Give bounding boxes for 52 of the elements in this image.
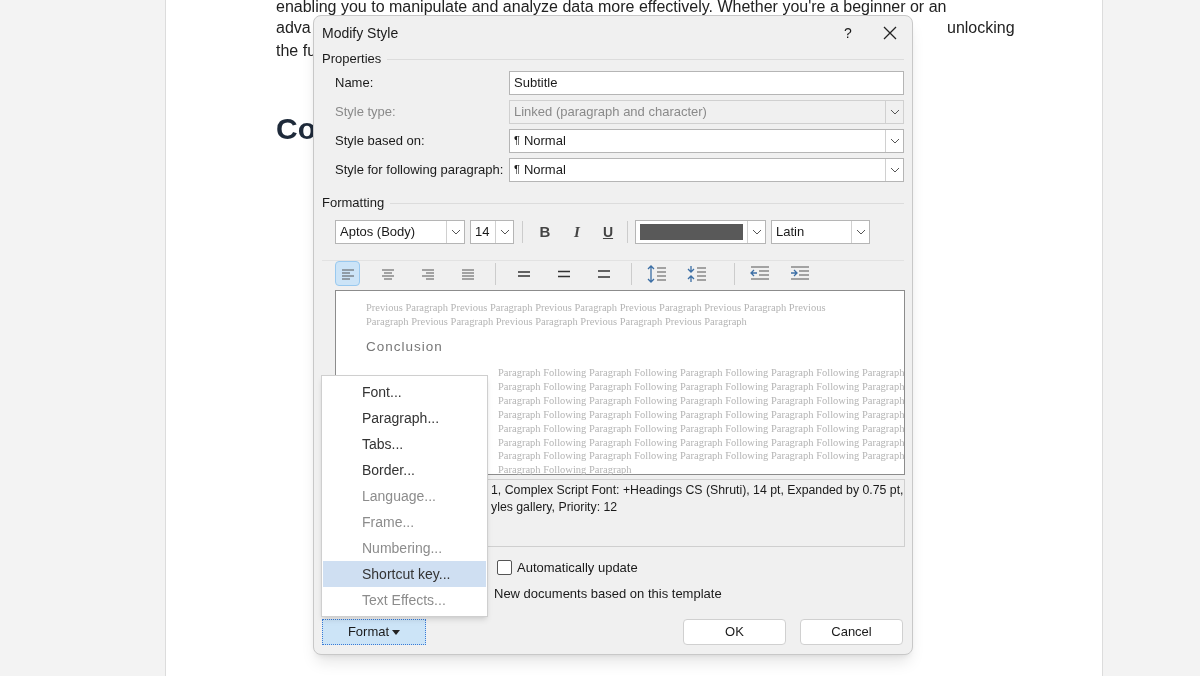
description-text: 1, Complex Script Font: +Headings CS (Shruti), 14 pt, Expanded by 0.75 pt,	[491, 482, 904, 499]
window-title: Modify Style	[322, 23, 400, 43]
menu-item[interactable]: Border...	[323, 457, 486, 483]
dropdown[interactable]: 14	[470, 220, 514, 244]
menu-item[interactable]: Font...	[323, 379, 486, 405]
paragraph-text: unlocking	[947, 18, 1015, 38]
input-field[interactable]: Subtitle	[509, 71, 904, 95]
dropdown[interactable]: Latin	[771, 220, 870, 244]
paragraph-text: enabling you to manipulate and analyze data more effectively. Whether you're a beginner or an	[276, 0, 947, 13]
underline-button[interactable]: U	[596, 220, 620, 244]
paragraph-mark: ¶	[513, 133, 520, 148]
field-label: Name:	[335, 74, 375, 93]
bold-button[interactable]: B	[533, 220, 557, 244]
menu-item[interactable]: Shortcut key...	[323, 561, 486, 587]
paragraph-mark: ¶	[513, 162, 520, 177]
format-button[interactable]: Format	[322, 619, 426, 645]
field-label: Style based on:	[335, 132, 426, 151]
section-label: Formatting	[322, 194, 385, 213]
dropdown[interactable]: ¶ Normal	[509, 158, 904, 182]
preview-text: Paragraph Following Paragraph Following Paragraph Following Paragraph Following Paragraph	[498, 421, 905, 436]
ok-button[interactable]: OK	[683, 619, 786, 645]
preview-text: Paragraph Following Paragraph Following Paragraph Following Paragraph Following Paragraph	[498, 366, 905, 380]
checkbox-row[interactable]: Automatically update	[497, 558, 904, 578]
menu-item[interactable]: Tabs...	[323, 431, 486, 457]
dropdown[interactable]: ¶ Normal	[509, 129, 904, 153]
section-label: Properties	[322, 50, 382, 69]
preview-text: Previous Paragraph Previous Paragraph Previous Paragraph Previous Paragraph Previous Paragraph Previous Paragraph Previous Paragraph Previous Paragraph Previous Paragraph Previous Paragraph	[366, 301, 827, 329]
field-value: 14	[474, 223, 491, 242]
menu-item[interactable]: Paragraph...	[323, 405, 486, 431]
preview-text: Paragraph Following Paragraph Following Paragraph Following Paragraph Following Paragraph	[498, 379, 905, 394]
cancel-button[interactable]: Cancel	[800, 619, 903, 645]
field-value: Linked (paragraph and character)	[513, 103, 708, 122]
field-label: Style type:	[335, 103, 397, 122]
field-value: Normal	[522, 161, 567, 180]
preview-text: Paragraph Following Paragraph Following Paragraph Following Paragraph Following Paragraph	[498, 407, 905, 422]
paragraph-text: adva	[276, 18, 311, 38]
field-value: Latin	[775, 223, 806, 242]
italic-button[interactable]: I	[565, 220, 589, 244]
dropdown[interactable]: Aptos (Body)	[335, 220, 465, 244]
description-text: yles gallery, Priority: 12	[491, 499, 618, 516]
preview-text: Paragraph Following Paragraph Following Paragraph Following Paragraph Following Paragraph	[498, 393, 905, 408]
option-label: New documents based on this template	[494, 584, 723, 603]
preview-text: Paragraph Following Paragraph Following Paragraph Following Paragraph Following Paragraph	[498, 449, 905, 464]
heading-text: Co	[276, 111, 316, 147]
preview-text: Paragraph Following Paragraph Following Paragraph Following Paragraph Following Paragraph	[498, 435, 905, 450]
preview-heading: Conclusion	[366, 340, 444, 354]
help-button[interactable]: ?	[828, 18, 868, 48]
field-value: Aptos (Body)	[339, 223, 417, 242]
field-value: Normal	[522, 132, 567, 151]
field-label: Style for following paragraph:	[335, 161, 505, 180]
checkbox-label: Automatically update	[517, 559, 638, 577]
preview-text: Paragraph Following Paragraph	[498, 463, 632, 478]
